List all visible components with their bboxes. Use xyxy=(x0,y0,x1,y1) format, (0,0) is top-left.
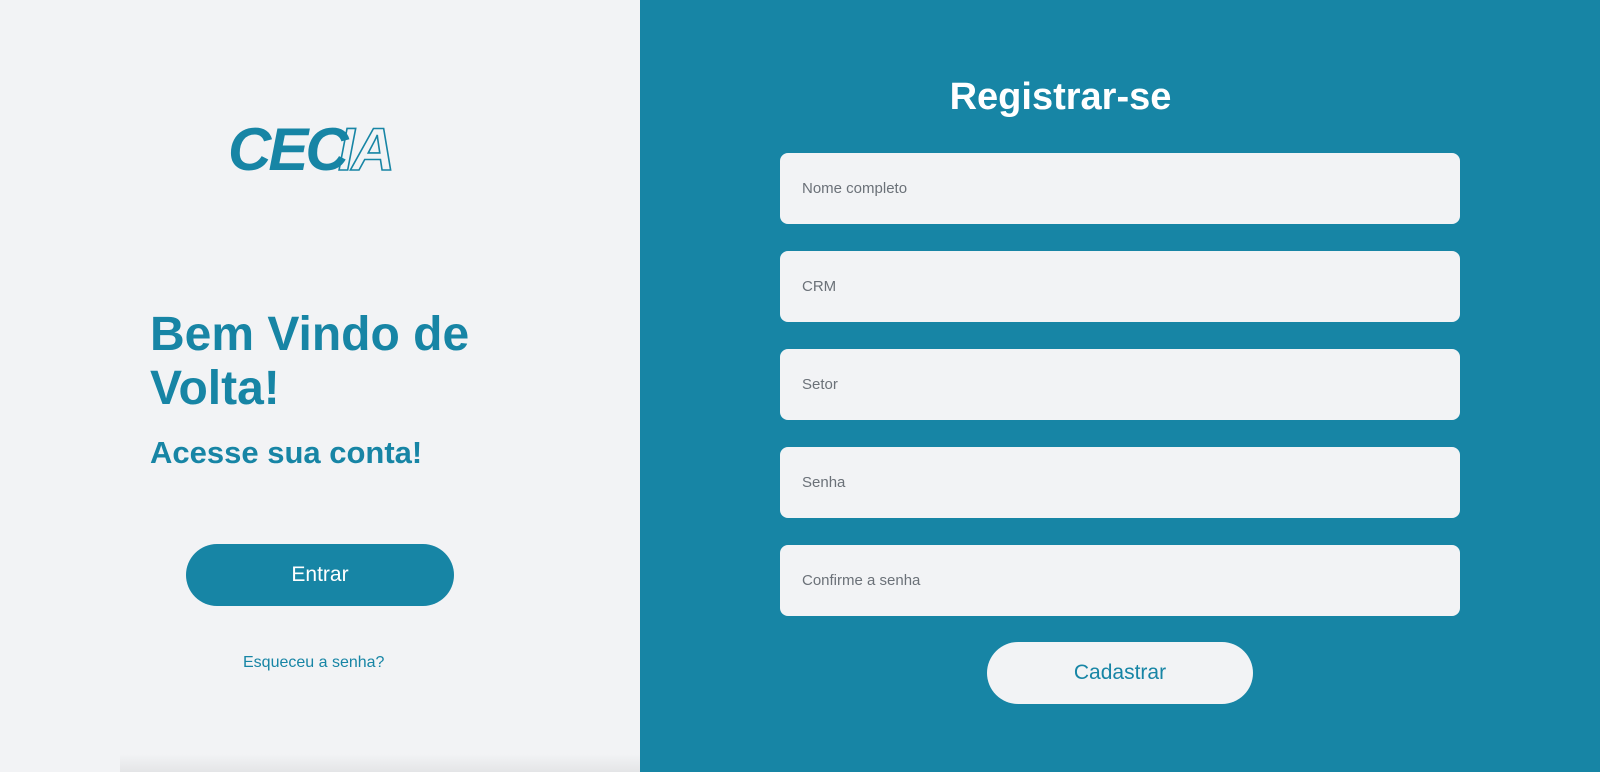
logo-outline-text: IA xyxy=(338,118,392,178)
cecia-logo: CEC IA xyxy=(228,118,396,178)
crm-input[interactable] xyxy=(780,251,1460,322)
full-name-input[interactable] xyxy=(780,153,1460,224)
login-panel: CEC IA Bem Vindo de Volta! Acesse sua co… xyxy=(0,0,640,772)
enter-button[interactable]: Entrar xyxy=(186,544,454,606)
confirm-password-input[interactable] xyxy=(780,545,1460,616)
panel-shadow xyxy=(120,754,640,772)
register-title: Registrar-se xyxy=(949,76,1172,118)
password-input[interactable] xyxy=(780,447,1460,518)
register-button[interactable]: Cadastrar xyxy=(987,642,1253,704)
forgot-password-link[interactable]: Esqueceu a senha? xyxy=(243,654,384,672)
auth-page: CEC IA Bem Vindo de Volta! Acesse sua co… xyxy=(0,0,1600,772)
logo-solid-text: CEC xyxy=(228,118,350,178)
welcome-heading: Bem Vindo de Volta! xyxy=(150,308,470,415)
register-panel: Registrar-se Cadastrar xyxy=(640,0,1600,772)
welcome-subheading: Acesse sua conta! xyxy=(150,435,423,470)
sector-input[interactable] xyxy=(780,349,1460,420)
